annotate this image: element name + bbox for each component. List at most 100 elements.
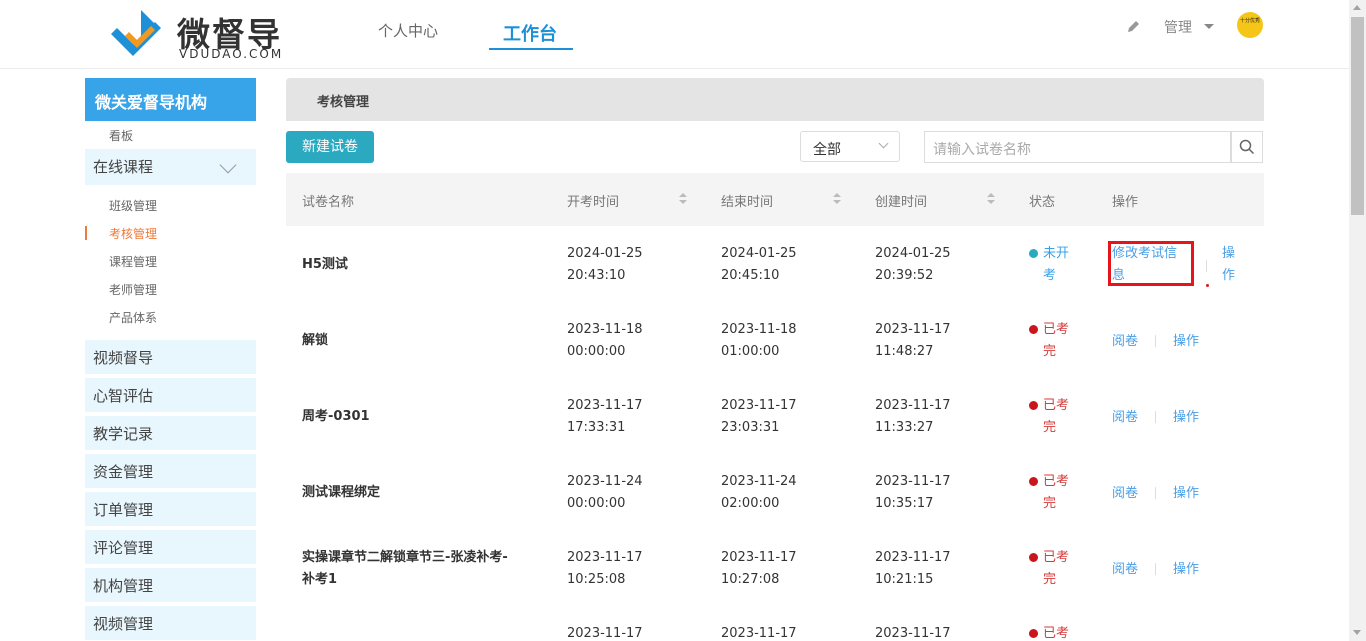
- operate-link[interactable]: 操作: [1173, 406, 1199, 425]
- sidebar-item-class-management[interactable]: 班级管理: [109, 197, 157, 214]
- sidebar-item-order-management[interactable]: 订单管理: [85, 492, 256, 526]
- status-badge: 已考完: [1029, 547, 1079, 591]
- sidebar-item-mind-assessment[interactable]: 心智评估: [85, 378, 256, 412]
- start-time: 2023-11-17 10:25:08: [567, 547, 667, 591]
- date: 2023-11-18: [721, 322, 797, 337]
- sidebar-item-fund-management[interactable]: 资金管理: [85, 454, 256, 488]
- exam-name: 测试课程绑定: [302, 485, 381, 500]
- sidebar-item-dashboard[interactable]: 看板: [109, 127, 133, 144]
- scroll-up-arrow-icon[interactable]: [1353, 5, 1361, 10]
- status-filter-select[interactable]: 全部: [800, 131, 900, 162]
- review-link[interactable]: 阅卷: [1112, 406, 1138, 425]
- scroll-thumb[interactable]: [1351, 17, 1364, 215]
- date: 2023-11-17: [875, 322, 951, 337]
- sort-icon[interactable]: [987, 193, 995, 205]
- sidebar-item-teacher-management[interactable]: 老师管理: [109, 281, 157, 298]
- link-text: 作: [1222, 268, 1236, 283]
- status-dot: [1029, 477, 1038, 486]
- time: 20:39:52: [875, 268, 934, 283]
- exam-name: 周考-0301: [302, 409, 370, 424]
- sort-icon[interactable]: [679, 193, 687, 205]
- date: 2023-11-24: [721, 474, 797, 489]
- sort-icon[interactable]: [833, 193, 841, 205]
- create-time: 2023-11-17 10:21:15: [875, 547, 975, 591]
- search-icon: [1239, 139, 1255, 155]
- logo-icon: [111, 10, 161, 56]
- time: 11:48:27: [875, 344, 934, 359]
- sidebar-item-teaching-records[interactable]: 教学记录: [85, 416, 256, 450]
- search-button[interactable]: [1230, 131, 1263, 163]
- pencil-icon[interactable]: [1126, 19, 1141, 34]
- date: 2023-11-17: [875, 398, 951, 413]
- start-time: 2023-11-17 17:33:31: [567, 395, 667, 439]
- nav-workbench[interactable]: 工作台: [503, 20, 557, 46]
- col-actions: 操作: [1112, 195, 1139, 210]
- top-bar: 微督导 VDUDAO.COM 个人中心 工作台 管理 十分优秀: [0, 0, 1349, 69]
- create-time: 2023-11-17 11:48:27: [875, 319, 975, 363]
- end-time: 2024-01-25 20:45:10: [721, 243, 821, 287]
- divider: [1155, 411, 1156, 423]
- review-link[interactable]: 阅卷: [1112, 482, 1138, 501]
- status-text: 完: [1043, 420, 1057, 435]
- date: 2023-11-17: [875, 474, 951, 489]
- sidebar-item-course-management[interactable]: 课程管理: [109, 253, 157, 270]
- status-text: 完: [1043, 496, 1057, 511]
- nav-active-underline: [489, 48, 573, 50]
- sidebar-item-product-system[interactable]: 产品体系: [109, 309, 157, 326]
- status-badge: 已考完: [1029, 471, 1079, 515]
- org-name[interactable]: 微关爱督导机构: [85, 78, 256, 121]
- operate-link[interactable]: 操作: [1173, 558, 1199, 577]
- operate-link[interactable]: 操作: [1173, 482, 1199, 501]
- sidebar-item-video-management[interactable]: 视频管理: [85, 606, 256, 640]
- manage-menu[interactable]: 管理: [1164, 17, 1192, 37]
- page-scrollbar[interactable]: [1349, 0, 1366, 641]
- time: 17:33:31: [567, 420, 626, 435]
- review-link[interactable]: 阅卷: [1112, 330, 1138, 349]
- end-time: 2023-11-17: [721, 626, 797, 641]
- nav-personal-center[interactable]: 个人中心: [378, 20, 438, 41]
- name-line: 实操课章节二解锁章节三-张凌补考-: [302, 550, 508, 565]
- breadcrumb: 考核管理: [286, 78, 1264, 121]
- time: 01:00:00: [721, 344, 780, 359]
- search-input[interactable]: 请输入试卷名称: [924, 131, 1232, 163]
- date: 2023-11-17: [567, 550, 643, 565]
- sidebar: 微关爱督导机构 看板 在线课程 班级管理 考核管理 课程管理 老师管理 产品体系…: [85, 78, 256, 641]
- date: 2024-01-25: [875, 246, 951, 261]
- time: 20:43:10: [567, 268, 626, 283]
- table-row: 解锁 2023-11-18 00:00:00 2023-11-18 01:00:00…: [286, 304, 1264, 380]
- date: 2023-11-17: [875, 550, 951, 565]
- status-badge: 已考完: [1029, 319, 1079, 363]
- status-text: 完: [1043, 572, 1057, 587]
- status-text: 已考: [1043, 322, 1070, 337]
- date: 2023-11-18: [567, 322, 643, 337]
- create-time: 2023-11-17 10:35:17: [875, 471, 975, 515]
- sidebar-item-online-course[interactable]: 在线课程: [85, 149, 256, 185]
- operate-link[interactable]: 操作: [1222, 243, 1242, 287]
- col-create-time[interactable]: 创建时间: [875, 191, 927, 210]
- sidebar-item-org-management[interactable]: 机构管理: [85, 568, 256, 602]
- sidebar-item-exam-management[interactable]: 考核管理: [109, 225, 157, 242]
- time: 02:00:00: [721, 496, 780, 511]
- avatar-text: 十分优秀: [1239, 18, 1260, 24]
- end-time: 2023-11-17 10:27:08: [721, 547, 821, 591]
- col-start-time[interactable]: 开考时间: [567, 191, 619, 210]
- review-link[interactable]: 阅卷: [1112, 558, 1138, 577]
- sidebar-item-comment-management[interactable]: 评论管理: [85, 530, 256, 564]
- create-time: 2023-11-17: [875, 626, 951, 641]
- table-header: 试卷名称 开考时间 结束时间 创建时间 状态 操作: [286, 173, 1264, 226]
- status-badge: 未开考: [1029, 243, 1079, 287]
- avatar[interactable]: 十分优秀: [1237, 12, 1263, 38]
- caret-down-icon[interactable]: [1204, 24, 1214, 29]
- date: 2024-01-25: [567, 246, 643, 261]
- time: 20:45:10: [721, 268, 780, 283]
- scroll-down-arrow-icon[interactable]: [1353, 630, 1361, 635]
- col-end-time[interactable]: 结束时间: [721, 191, 773, 210]
- sidebar-item-label: 在线课程: [93, 158, 154, 176]
- status-dot: [1029, 401, 1038, 410]
- end-time: 2023-11-24 02:00:00: [721, 471, 821, 515]
- sidebar-item-video-supervision[interactable]: 视频督导: [85, 340, 256, 374]
- time: 00:00:00: [567, 344, 626, 359]
- operate-link[interactable]: 操作: [1173, 330, 1199, 349]
- new-exam-button[interactable]: 新建试卷: [286, 131, 374, 163]
- logo[interactable]: 微督导 VDUDAO.COM: [111, 8, 291, 64]
